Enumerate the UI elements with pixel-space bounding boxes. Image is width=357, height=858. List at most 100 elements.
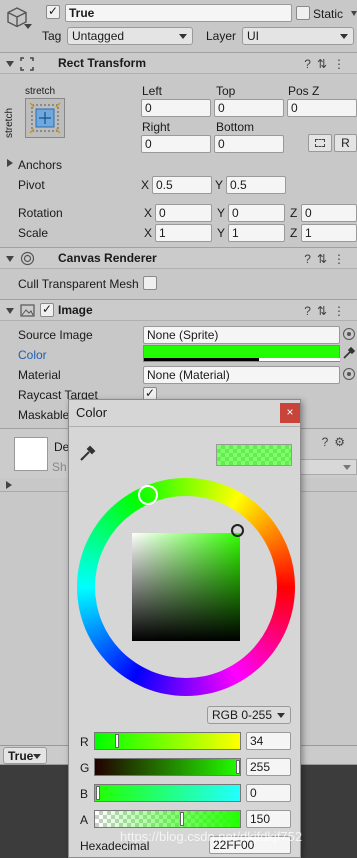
blueprint-mode-button[interactable] xyxy=(308,134,332,152)
a-slider[interactable] xyxy=(94,810,241,828)
component-menu-icons[interactable]: ?⇅⋮ xyxy=(304,304,351,318)
color-picker-window[interactable]: Color × RGB 0-255 R 34 G 255 B 0 A 150 H… xyxy=(68,399,301,858)
left-label: Left xyxy=(142,84,163,98)
static-dropdown-icon[interactable] xyxy=(351,11,357,16)
image-header[interactable]: ✓ Image ?⇅⋮ xyxy=(0,299,357,321)
color-swatch-field[interactable] xyxy=(143,345,340,362)
icon-dropdown-icon[interactable] xyxy=(24,24,32,29)
component-menu-icons[interactable]: ?⚙ xyxy=(322,435,351,449)
scale-z-field[interactable]: 1 xyxy=(301,224,357,242)
cull-transparent-label: Cull Transparent Mesh xyxy=(18,277,139,291)
raw-edit-button[interactable]: R xyxy=(334,134,357,152)
layer-label: Layer xyxy=(206,29,237,43)
scale-y-field[interactable]: 1 xyxy=(228,224,285,242)
source-image-field[interactable]: None (Sprite) xyxy=(143,326,340,344)
shader-dropdown[interactable] xyxy=(300,459,357,475)
eyedropper-icon[interactable] xyxy=(79,444,97,462)
canvas-renderer-icon xyxy=(20,251,35,266)
rect-transform-title: Rect Transform xyxy=(58,56,147,70)
top-field[interactable]: 0 xyxy=(214,99,284,117)
right-label: Right xyxy=(142,120,171,134)
color-mode-dropdown[interactable]: RGB 0-255 xyxy=(207,706,291,724)
rot-z-field[interactable]: 0 xyxy=(301,204,357,222)
pivot-y-label: Y xyxy=(215,178,224,192)
collapse-arrow-icon[interactable] xyxy=(6,61,14,67)
canvas-renderer-title: Canvas Renderer xyxy=(58,251,157,265)
close-button[interactable]: × xyxy=(280,403,300,423)
r-label: R xyxy=(80,735,89,749)
scale-y-label: Y xyxy=(217,226,226,240)
object-name-field[interactable]: True xyxy=(65,4,292,22)
color-label: Color xyxy=(18,348,47,362)
scale-x-field[interactable]: 1 xyxy=(155,224,212,242)
object-picker-icon[interactable] xyxy=(343,368,355,380)
shader-label-partial: Sh xyxy=(52,460,67,474)
component-menu-icons[interactable]: ?⇅⋮ xyxy=(304,252,351,266)
anchor-preset-button[interactable] xyxy=(25,98,65,138)
posz-label: Pos Z xyxy=(288,84,320,98)
raw-edit-label: R xyxy=(341,136,350,150)
layer-value: UI xyxy=(247,29,259,43)
b-label: B xyxy=(80,787,89,801)
canvas-renderer-header[interactable]: Canvas Renderer ?⇅⋮ xyxy=(0,247,357,269)
tag-dropdown[interactable]: Untagged xyxy=(67,27,193,45)
sv-handle-icon[interactable] xyxy=(231,524,244,537)
static-label: Static xyxy=(313,7,344,21)
tag-label: Tag xyxy=(42,29,62,43)
active-checkbox[interactable]: ✓ xyxy=(46,4,60,19)
material-field[interactable]: None (Material) xyxy=(143,366,340,384)
bottom-dropdown[interactable]: True xyxy=(3,747,47,764)
anchor-side-label: stretch xyxy=(4,107,15,138)
b-value-field[interactable]: 0 xyxy=(246,784,291,802)
a-value-field[interactable]: 150 xyxy=(246,810,291,828)
hue-handle-icon[interactable] xyxy=(138,485,158,505)
anchors-label[interactable]: Anchors xyxy=(18,157,62,173)
pivot-x-field[interactable]: 0.5 xyxy=(152,176,212,194)
rect-transform-header[interactable]: Rect Transform ?⇅⋮ xyxy=(0,52,357,74)
collapse-arrow-icon[interactable] xyxy=(6,256,14,262)
cull-transparent-checkbox[interactable] xyxy=(143,276,157,290)
pivot-label: Pivot xyxy=(18,178,45,192)
a-label: A xyxy=(80,813,89,827)
rot-y-field[interactable]: 0 xyxy=(228,204,285,222)
g-value-field[interactable]: 255 xyxy=(246,758,291,776)
r-value-field[interactable]: 34 xyxy=(246,732,291,750)
watermark-text: https://blog.csdn.net/dkjfdkjf752 xyxy=(120,829,303,844)
pivot-y-field[interactable]: 0.5 xyxy=(226,176,286,194)
close-icon: × xyxy=(286,405,294,419)
anchors-foldout-icon[interactable] xyxy=(7,159,13,167)
scale-z-label: Z xyxy=(290,226,298,240)
r-slider[interactable] xyxy=(94,732,241,750)
object-picker-icon[interactable] xyxy=(343,328,355,340)
current-color-fill xyxy=(217,445,291,465)
layer-dropdown[interactable]: UI xyxy=(242,27,354,45)
tag-value: Untagged xyxy=(72,29,125,43)
static-checkbox[interactable] xyxy=(296,6,310,20)
right-field[interactable]: 0 xyxy=(141,135,211,153)
material-thumbnail xyxy=(14,437,48,471)
image-enabled-checkbox[interactable]: ✓ xyxy=(40,302,54,317)
collapse-arrow-icon[interactable] xyxy=(6,308,14,314)
rot-z-label: Z xyxy=(290,206,298,220)
bottom-label: Bottom xyxy=(216,120,255,134)
component-menu-icons[interactable]: ?⇅⋮ xyxy=(304,57,351,71)
rot-y-label: Y xyxy=(217,206,226,220)
rot-x-field[interactable]: 0 xyxy=(155,204,212,222)
pivot-x-label: X xyxy=(141,178,150,192)
eyedropper-icon[interactable] xyxy=(342,346,356,360)
material-label: Material xyxy=(18,368,61,382)
top-label: Top xyxy=(216,84,236,98)
posz-field[interactable]: 0 xyxy=(287,99,357,117)
color-picker-title: Color xyxy=(76,405,108,420)
saturation-value-square[interactable] xyxy=(132,533,240,641)
maskable-label: Maskable xyxy=(18,408,70,422)
left-field[interactable]: 0 xyxy=(141,99,211,117)
current-color-swatch xyxy=(216,444,292,466)
g-slider[interactable] xyxy=(94,758,241,776)
foldout-arrow-icon[interactable] xyxy=(6,481,12,489)
hue-wheel[interactable] xyxy=(77,478,295,696)
image-title: Image xyxy=(58,303,93,317)
bottom-dropdown-value: True xyxy=(8,749,34,763)
b-slider[interactable] xyxy=(94,784,241,802)
bottom-field[interactable]: 0 xyxy=(214,135,284,153)
